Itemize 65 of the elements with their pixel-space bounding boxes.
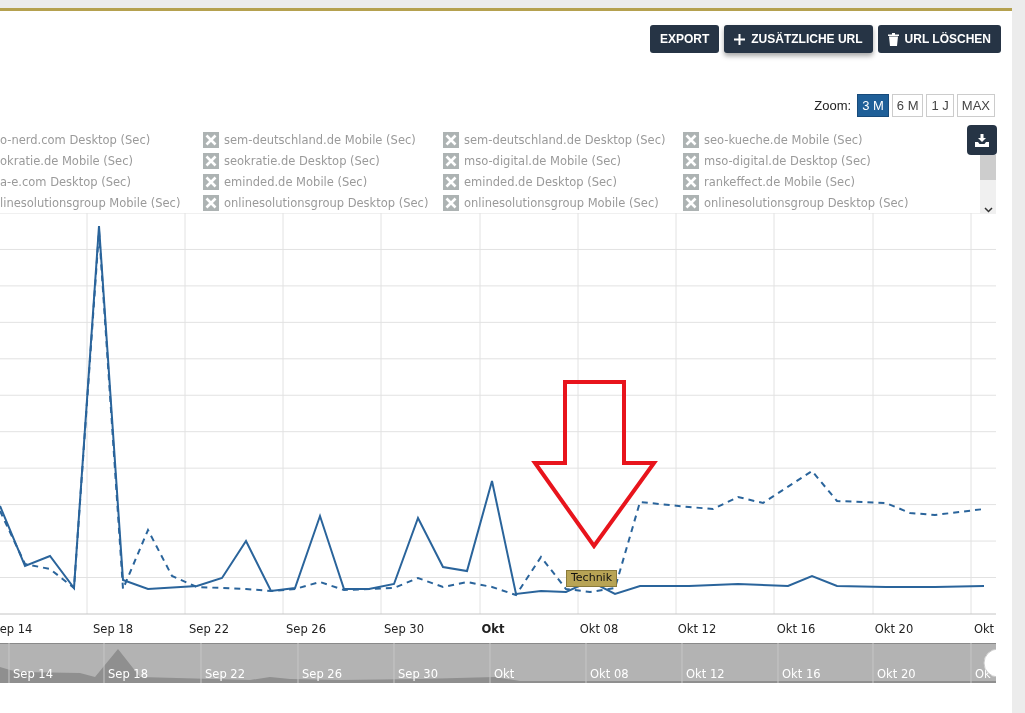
axis-label: Okt 16	[776, 622, 816, 636]
navigator-label: Sep 18	[108, 667, 148, 681]
axis-label: Okt 20	[874, 622, 914, 636]
hidden-series-icon[interactable]	[203, 152, 219, 169]
axis-label: Okt 08	[579, 622, 619, 636]
legend-item[interactable]: rankeffect.de Mobile (Sec)	[704, 174, 855, 189]
legend-item[interactable]: sem-deutschland.de Mobile (Sec)	[224, 132, 416, 147]
plus-icon	[734, 33, 746, 45]
legend-item[interactable]: a-e.com Desktop (Sec)	[0, 174, 131, 189]
legend-item[interactable]: eminded.de Mobile (Sec)	[224, 174, 368, 189]
legend-item[interactable]: okratie.de Mobile (Sec)	[0, 153, 133, 168]
delete-url-button[interactable]: URL LÖSCHEN	[877, 25, 1001, 53]
hidden-series-icon[interactable]	[203, 194, 219, 211]
scrollbar[interactable]	[980, 155, 996, 213]
axis-label: Sep 26	[286, 622, 326, 636]
hidden-series-icon[interactable]	[683, 194, 699, 211]
navigator-label: Okt	[494, 667, 515, 681]
axis-label: Sep 22	[189, 622, 229, 636]
hidden-series-icon[interactable]	[443, 194, 459, 211]
export-button[interactable]: EXPORT	[649, 25, 720, 53]
legend-item[interactable]: sem-deutschland.de Desktop (Sec)	[464, 132, 666, 147]
hidden-series-icon[interactable]	[683, 173, 699, 190]
legend-item[interactable]: mso-digital.de Desktop (Sec)	[704, 153, 871, 168]
legend-item[interactable]: mso-digital.de Mobile (Sec)	[464, 153, 622, 168]
legend-item[interactable]: linesolutionsgroup Mobile (Sec)	[0, 195, 181, 210]
legend-item[interactable]: onlinesolutionsgroup Desktop (Sec)	[224, 195, 429, 210]
hidden-series-icon[interactable]	[443, 173, 459, 190]
navigator-label: Okt 08	[590, 667, 629, 681]
zoom-option[interactable]: 3 M	[857, 94, 889, 117]
hidden-series-icon[interactable]	[683, 131, 699, 148]
legend-item[interactable]: seokratie.de Desktop (Sec)	[224, 153, 380, 168]
hidden-series-icon[interactable]	[203, 173, 219, 190]
axis-label: Okt 12	[677, 622, 717, 636]
zoom-label: Zoom:	[814, 98, 852, 113]
legend-item[interactable]: seo-kueche.de Mobile (Sec)	[704, 132, 863, 147]
legend-item[interactable]: eminded.de Desktop (Sec)	[464, 174, 617, 189]
navigator-label: Sep 30	[398, 667, 438, 681]
zoom-option[interactable]: 6 M	[891, 94, 924, 117]
navigator-label: Sep 22	[205, 667, 245, 681]
scrollbar-thumb[interactable]	[980, 155, 996, 180]
navigator-label: Sep 14	[13, 667, 53, 681]
axis-label: ep 14	[0, 622, 33, 636]
navigator-label: Sep 26	[302, 667, 342, 681]
download-icon	[975, 133, 989, 147]
axis-label: Sep 18	[93, 622, 133, 636]
tooltip: Technik	[566, 570, 618, 587]
axis-label: Okt	[481, 622, 505, 636]
hidden-series-icon[interactable]	[203, 131, 219, 148]
legend-item[interactable]: o-nerd.com Desktop (Sec)	[0, 132, 151, 147]
hidden-series-icon[interactable]	[683, 152, 699, 169]
legend-item[interactable]: onlinesolutionsgroup Mobile (Sec)	[464, 195, 659, 210]
navigator-label: Okt 20	[877, 667, 916, 681]
hidden-series-icon[interactable]	[443, 152, 459, 169]
trash-icon	[887, 32, 899, 46]
axis-label: Okt	[973, 622, 995, 636]
chevron-down-icon[interactable]	[983, 207, 993, 213]
navigator-label: Okt 16	[782, 667, 821, 681]
hidden-series-icon[interactable]	[443, 131, 459, 148]
add-url-button[interactable]: ZUSÄTZLICHE URL	[724, 25, 873, 53]
legend-item[interactable]: onlinesolutionsgroup Desktop (Sec)	[704, 195, 909, 210]
navigator-label: Okt 12	[686, 667, 725, 681]
download-button[interactable]	[967, 125, 997, 155]
zoom-option[interactable]: 1 J	[926, 94, 954, 117]
zoom-option[interactable]: MAX	[956, 94, 995, 117]
axis-label: Sep 30	[384, 622, 424, 636]
